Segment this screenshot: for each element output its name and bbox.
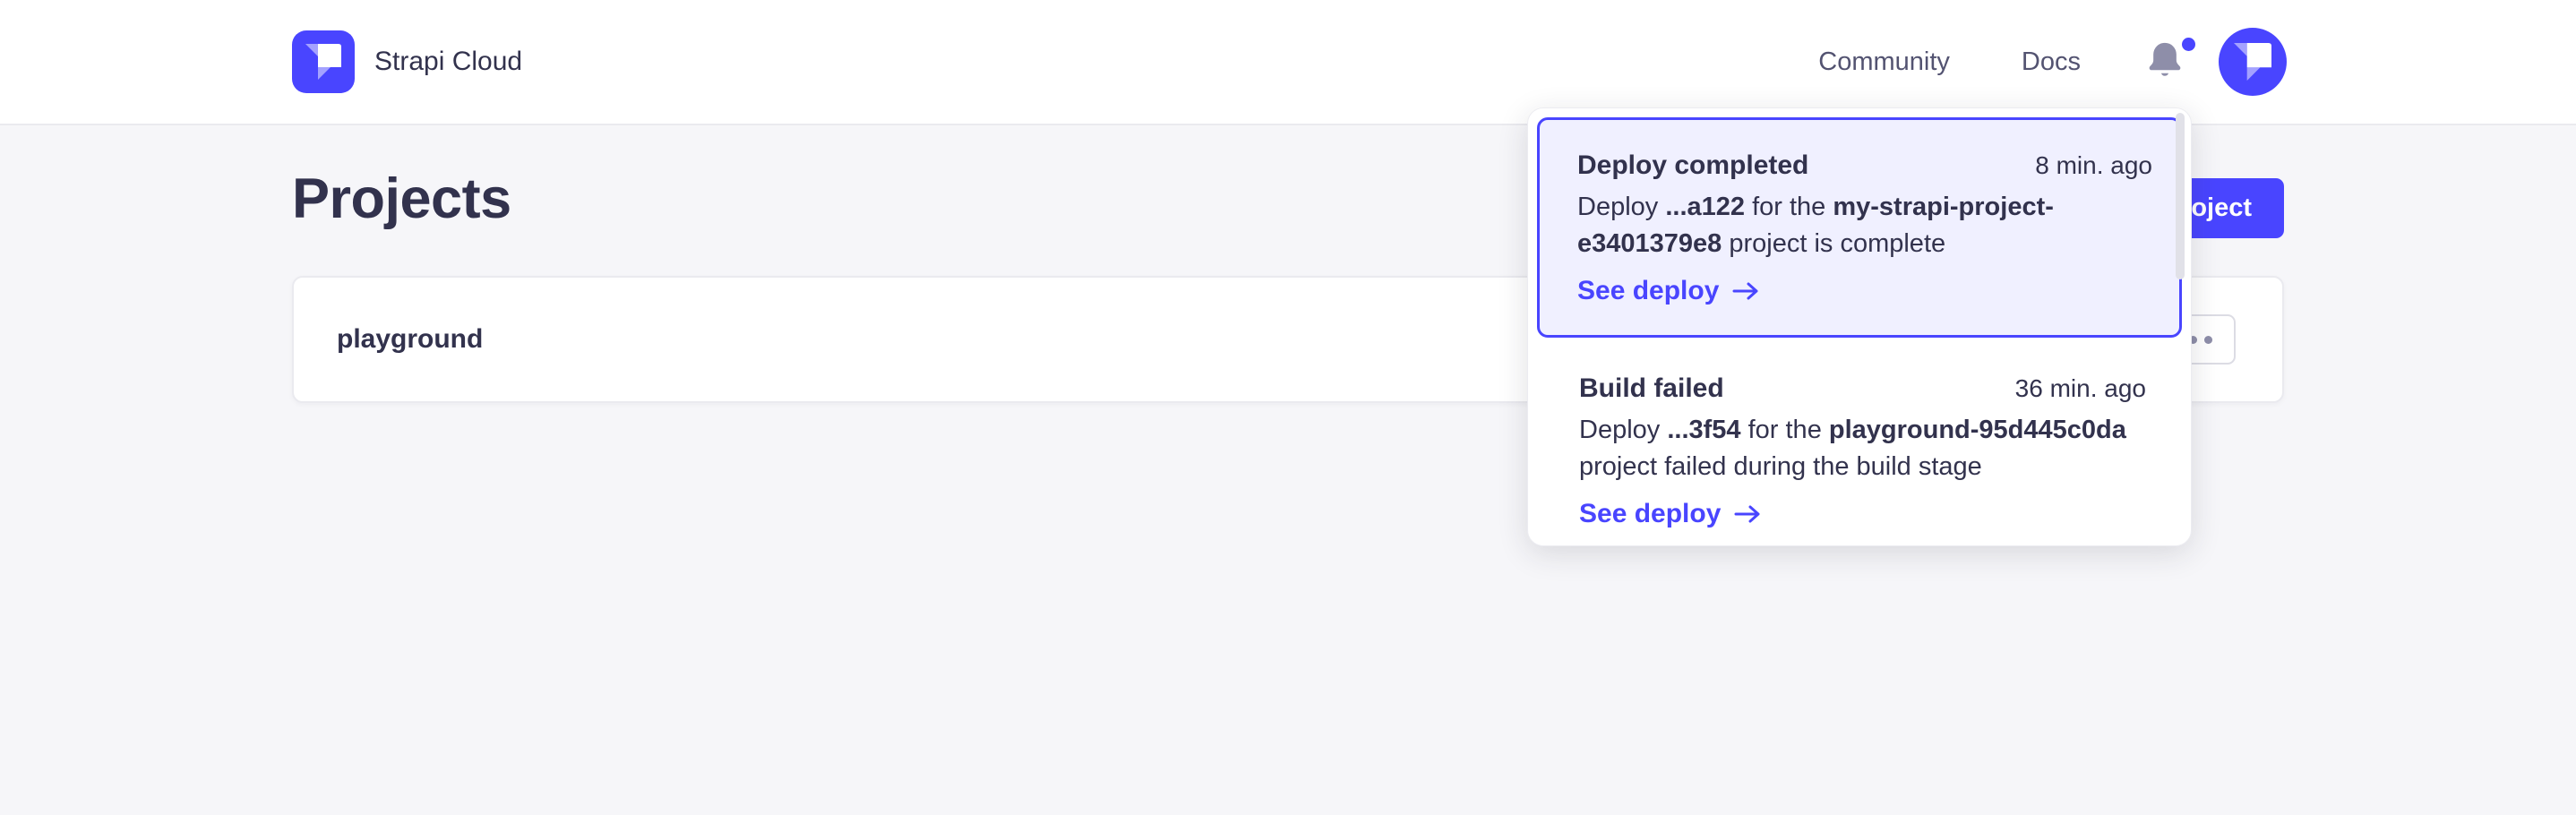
page-title: Projects — [292, 167, 511, 231]
notifications-bell-button[interactable] — [2145, 39, 2186, 84]
strapi-glyph-icon — [305, 44, 341, 80]
brand[interactable]: Strapi Cloud — [292, 30, 522, 93]
notification-item-build-failed[interactable]: Build failed 36 min. ago Deploy ...3f54 … — [1537, 338, 2182, 529]
see-deploy-link[interactable]: See deploy — [1579, 499, 2151, 529]
notification-item-deploy-completed[interactable]: Deploy completed 8 min. ago Deploy ...a1… — [1537, 117, 2182, 338]
notification-body: Deploy ...a122 for the my-strapi-project… — [1577, 189, 2158, 262]
unread-dot — [2182, 38, 2195, 51]
brand-label: Strapi Cloud — [374, 47, 522, 77]
notification-time: 8 min. ago — [2035, 151, 2158, 180]
notification-time: 36 min. ago — [2015, 374, 2151, 403]
nav-link-docs[interactable]: Docs — [2022, 47, 2081, 77]
notification-title: Deploy completed — [1577, 150, 1808, 181]
project-name: playground — [337, 324, 483, 355]
top-navbar: Strapi Cloud Community Docs — [0, 0, 2576, 125]
bell-icon — [2145, 39, 2185, 82]
see-deploy-label: See deploy — [1577, 276, 1719, 306]
strapi-logo-icon — [292, 30, 355, 93]
arrow-right-icon — [1733, 503, 1762, 525]
see-deploy-link[interactable]: See deploy — [1577, 276, 2158, 306]
nav-links: Community Docs — [1818, 28, 2287, 96]
notification-head: Deploy completed 8 min. ago — [1577, 150, 2158, 181]
notifications-dropdown: Deploy completed 8 min. ago Deploy ...a1… — [1527, 107, 2192, 546]
avatar-strapi-glyph-icon — [2234, 43, 2271, 81]
user-avatar[interactable] — [2219, 28, 2287, 96]
notification-title: Build failed — [1579, 373, 1724, 404]
arrow-right-icon — [1731, 280, 1760, 302]
see-deploy-label: See deploy — [1579, 499, 1721, 529]
dropdown-scrollbar[interactable] — [2176, 113, 2185, 279]
nav-link-community[interactable]: Community — [1818, 47, 1950, 77]
notification-body: Deploy ...3f54 for the playground-95d445… — [1579, 412, 2151, 485]
notification-head: Build failed 36 min. ago — [1579, 373, 2151, 404]
